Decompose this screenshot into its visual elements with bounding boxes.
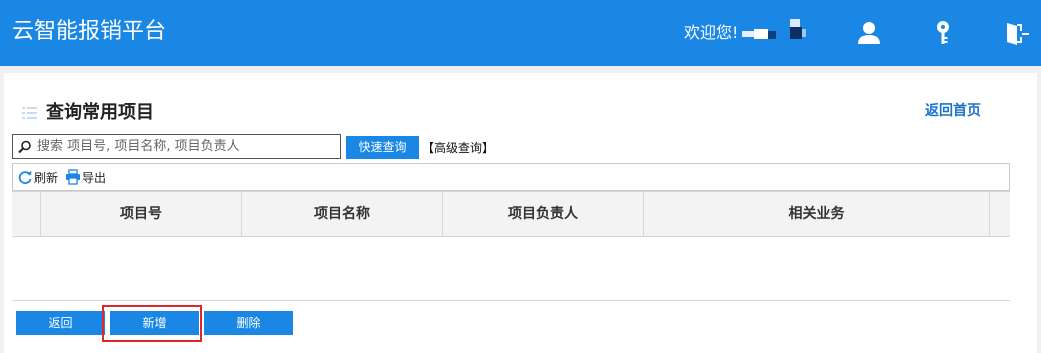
key-icon[interactable]	[930, 20, 956, 46]
column-header-project-no[interactable]: 项目号	[41, 192, 242, 237]
add-button-highlight	[102, 305, 202, 342]
export-button[interactable]: 导出	[65, 168, 106, 186]
back-home-link[interactable]: 返回首页	[925, 101, 981, 121]
table-header: 项目号 项目名称 项目负责人 相关业务	[12, 191, 1010, 237]
printer-icon	[66, 169, 80, 185]
refresh-label: 刷新	[34, 170, 59, 185]
column-header-project-name[interactable]: 项目名称	[242, 192, 443, 237]
content-panel: 查询常用项目 返回首页 快速查询 【高级查询】 刷新 导出	[4, 73, 1037, 353]
search-input[interactable]	[37, 136, 337, 157]
search-icon	[18, 140, 31, 154]
welcome-text: 欢迎您!	[684, 23, 739, 42]
list-icon	[22, 107, 37, 119]
delete-button[interactable]: 删除	[204, 311, 293, 335]
refresh-button[interactable]: 刷新	[17, 168, 58, 186]
quick-search-button[interactable]: 快速查询	[346, 136, 419, 159]
column-header-related-business[interactable]: 相关业务	[644, 192, 990, 237]
logout-icon[interactable]	[1004, 20, 1030, 46]
grid-toolbar: 刷新 导出	[12, 163, 1010, 191]
back-button[interactable]: 返回	[16, 311, 105, 335]
search-box	[12, 134, 341, 159]
table-bottom-border	[12, 300, 1010, 301]
top-bar: 云智能报销平台 欢迎您!	[0, 0, 1041, 66]
select-column[interactable]	[12, 192, 41, 237]
user-icon[interactable]	[856, 20, 882, 46]
export-label: 导出	[82, 170, 107, 185]
page-title: 查询常用项目	[46, 102, 154, 123]
app-title: 云智能报销平台	[12, 19, 167, 44]
username-redacted	[742, 19, 808, 45]
advanced-search-link[interactable]: 【高级查询】	[422, 140, 494, 156]
column-header-project-owner[interactable]: 项目负责人	[443, 192, 644, 237]
refresh-icon	[18, 171, 32, 185]
